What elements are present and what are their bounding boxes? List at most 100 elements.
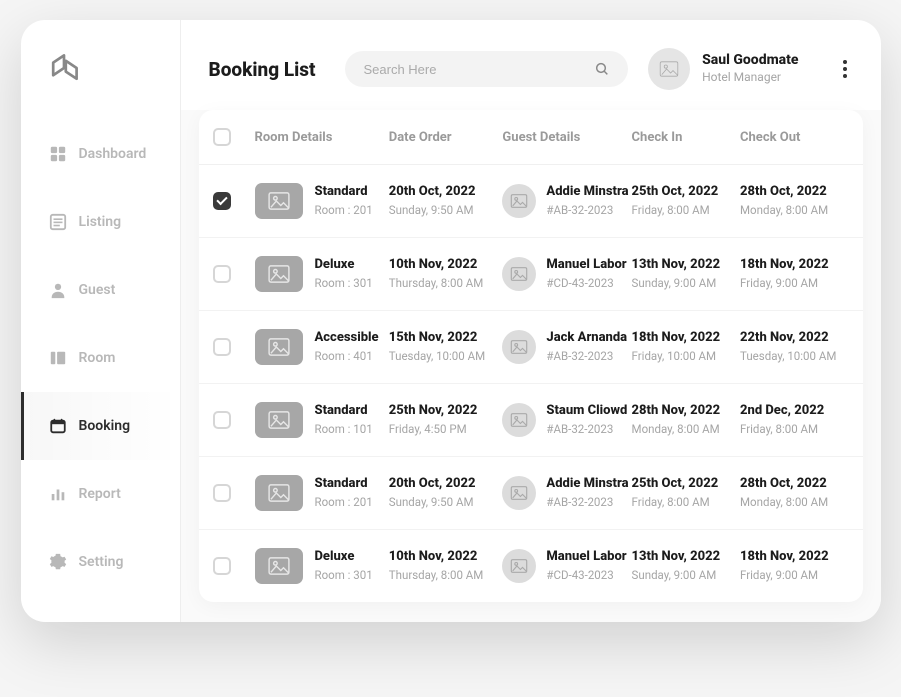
checkout-time: Tuesday, 10:00 AM	[740, 349, 848, 364]
checkin-date: 13th Nov, 2022	[632, 549, 740, 566]
checkout-time: Friday, 9:00 AM	[740, 568, 848, 583]
panels-icon	[49, 349, 67, 367]
checkin-time: Friday, 8:00 AM	[632, 203, 740, 218]
table-row[interactable]: Deluxe Room : 301 10th Nov, 2022 Thursday, …	[199, 530, 863, 602]
checkin-date: 25th Oct, 2022	[632, 184, 740, 201]
guest-name: Addie Minstra	[546, 476, 628, 493]
date-order: 10th Nov, 2022	[389, 549, 503, 566]
date-order: 25th Nov, 2022	[389, 403, 503, 420]
search-icon	[594, 61, 610, 77]
checkin-time: Monday, 8:00 AM	[632, 422, 740, 437]
guest-avatar	[502, 184, 536, 218]
col-checkout: Check Out	[740, 130, 848, 145]
row-checkbox[interactable]	[213, 338, 231, 356]
room-thumb	[255, 475, 303, 511]
date-order: 15th Nov, 2022	[389, 330, 503, 347]
date-order: 10th Nov, 2022	[389, 257, 503, 274]
avatar	[648, 48, 690, 90]
checkin-date: 13th Nov, 2022	[632, 257, 740, 274]
room-thumb	[255, 183, 303, 219]
select-all-checkbox[interactable]	[213, 128, 231, 146]
row-checkbox[interactable]	[213, 557, 231, 575]
guest-id: #AB-32-2023	[546, 495, 628, 510]
sidebar-item-report[interactable]: Report	[21, 460, 180, 528]
table-row[interactable]: StandardRoom : 20120th Oct, 2022Sunday, …	[199, 457, 863, 530]
sidebar-item-label: Booking	[79, 418, 131, 434]
guest-name: Manuel Labor	[546, 549, 626, 566]
room-type: Standard	[315, 476, 373, 493]
guest-id: #AB-32-2023	[546, 422, 627, 437]
sidebar-item-label: Room	[79, 350, 116, 366]
sidebar-nav: DashboardListingGuest Room Booking Report Se…	[21, 120, 180, 596]
checkin-time: Sunday, 9:00 AM	[632, 276, 740, 291]
room-type: Standard	[315, 403, 373, 420]
main-area: Booking List Saul Goodmate Hotel Manager	[181, 20, 881, 622]
sidebar-item-label: Report	[79, 486, 121, 502]
room-number: Room : 201	[315, 495, 373, 510]
room-number: Room : 101	[315, 422, 373, 437]
search-box[interactable]	[345, 51, 628, 87]
sidebar-item-guest[interactable]: Guest	[21, 256, 180, 324]
guest-avatar	[502, 476, 536, 510]
row-checkbox[interactable]	[213, 411, 231, 429]
guest-avatar	[502, 330, 536, 364]
room-type: Deluxe	[315, 257, 373, 274]
search-input[interactable]	[363, 62, 594, 77]
table-row[interactable]: StandardRoom : 20120th Oct, 2022Sunday, …	[199, 165, 863, 238]
room-thumb	[255, 402, 303, 438]
room-type: Standard	[315, 184, 373, 201]
date-order-time: Thursday, 8:00 AM	[389, 568, 503, 583]
sidebar-item-dashboard[interactable]: Dashboard	[21, 120, 180, 188]
row-checkbox[interactable]	[213, 265, 231, 283]
room-thumb	[255, 329, 303, 365]
bars-icon	[49, 485, 67, 503]
table-row[interactable]: Accessible Room : 401 15th Nov, 2022 Tuesda…	[199, 311, 863, 384]
col-checkin: Check In	[632, 130, 740, 145]
room-number: Room : 401	[315, 349, 379, 364]
grid-icon	[49, 145, 67, 163]
checkin-date: 28th Nov, 2022	[632, 403, 740, 420]
sidebar: DashboardListingGuest Room Booking Report Se…	[21, 20, 181, 622]
room-thumb	[255, 256, 303, 292]
checkout-date: 22th Nov, 2022	[740, 330, 848, 347]
guest-avatar	[502, 257, 536, 291]
date-order-time: Sunday, 9:50 AM	[389, 495, 503, 510]
checkin-time: Friday, 10:00 AM	[632, 349, 740, 364]
room-type: Accessible	[315, 330, 379, 347]
date-order-time: Sunday, 9:50 AM	[389, 203, 503, 218]
row-checkbox[interactable]	[213, 192, 231, 210]
guest-id: #CD-43-2023	[546, 276, 626, 291]
sidebar-item-setting[interactable]: Setting	[21, 528, 180, 596]
table-row[interactable]: StandardRoom : 10125th Nov, 2022Friday, …	[199, 384, 863, 457]
guest-id: #AB-32-2023	[546, 349, 627, 364]
room-number: Room : 301	[315, 568, 373, 583]
sidebar-item-label: Setting	[79, 554, 124, 570]
user-block[interactable]: Saul Goodmate Hotel Manager	[648, 48, 798, 90]
list-icon	[49, 213, 67, 231]
checkin-date: 18th Nov, 2022	[632, 330, 740, 347]
sidebar-item-listing[interactable]: Listing	[21, 188, 180, 256]
sidebar-item-booking[interactable]: Booking	[21, 392, 180, 460]
col-guest: Guest Details	[502, 130, 631, 145]
date-order-time: Thursday, 8:00 AM	[389, 276, 503, 291]
calendar-icon	[49, 417, 67, 435]
room-thumb	[255, 548, 303, 584]
kebab-menu[interactable]	[837, 54, 853, 84]
checkin-time: Sunday, 9:00 AM	[632, 568, 740, 583]
checkout-time: Monday, 8:00 AM	[740, 203, 848, 218]
row-checkbox[interactable]	[213, 484, 231, 502]
table-header: Room Details Date Order Guest Details Ch…	[199, 110, 863, 165]
guest-avatar	[502, 549, 536, 583]
user-name: Saul Goodmate	[702, 52, 798, 68]
booking-table: Room Details Date Order Guest Details Ch…	[199, 110, 863, 602]
col-date: Date Order	[389, 130, 503, 145]
table-row[interactable]: DeluxeRoom : 30110th Nov, 2022Thursday, …	[199, 238, 863, 311]
logo	[21, 50, 180, 120]
content-area: Room Details Date Order Guest Details Ch…	[181, 110, 881, 622]
checkin-date: 25th Oct, 2022	[632, 476, 740, 493]
room-type: Deluxe	[315, 549, 373, 566]
user-icon	[49, 281, 67, 299]
room-number: Room : 201	[315, 203, 373, 218]
checkout-date: 28th Oct, 2022	[740, 476, 848, 493]
sidebar-item-room[interactable]: Room	[21, 324, 180, 392]
